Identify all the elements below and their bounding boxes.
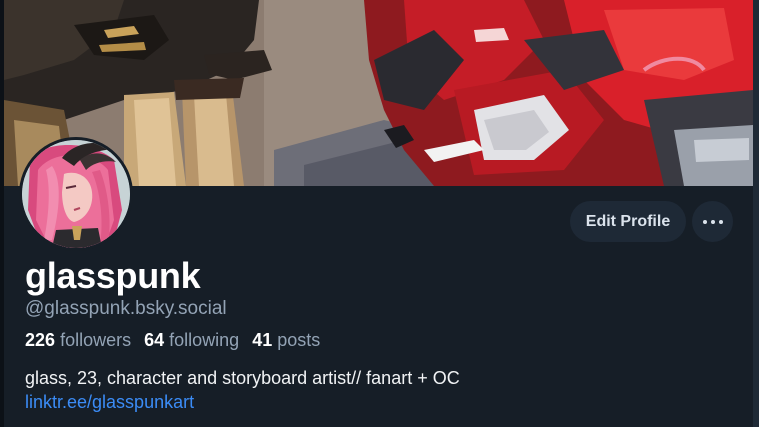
scrollbar-track[interactable] [753,0,759,427]
more-options-button[interactable] [692,201,733,242]
profile-stats: 226 followers 64 following 41 posts [25,328,328,352]
following-stat[interactable]: 64 following [144,330,239,350]
profile-bio: glass, 23, character and storyboard arti… [25,368,460,388]
posts-count: 41 [252,330,273,350]
posts-stat: 41 posts [252,330,320,350]
avatar[interactable] [19,137,133,251]
following-count: 64 [144,330,165,350]
followers-label: followers [60,330,132,350]
display-name: glasspunk [25,255,201,296]
profile-handle: @glasspunk.bsky.social [25,298,227,319]
followers-stat[interactable]: 226 followers [25,330,131,350]
following-label: following [169,330,240,350]
profile-page: Edit Profile glasspunk @glasspunk.bsky.s… [0,0,759,427]
edit-profile-button[interactable]: Edit Profile [570,201,686,242]
followers-count: 226 [25,330,56,350]
bio-link[interactable]: linktr.ee/glasspunkart [25,390,194,414]
posts-label: posts [277,330,321,350]
ellipsis-icon [701,219,725,224]
